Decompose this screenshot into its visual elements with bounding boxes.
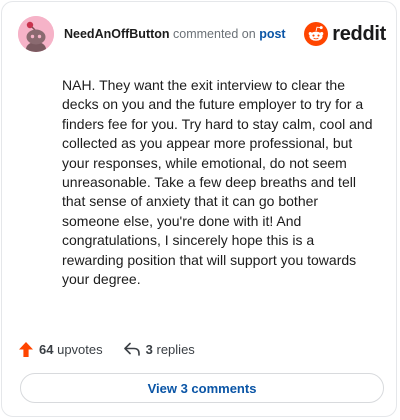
reddit-wordmark: reddit <box>332 22 386 45</box>
reddit-snoo-icon <box>304 22 329 46</box>
upvotes-label: upvotes <box>57 341 103 357</box>
snoo-avatar-icon <box>18 16 54 52</box>
reply-arrow-icon <box>123 342 140 356</box>
upvotes-count: 64 <box>39 341 54 357</box>
replies-label: replies <box>156 341 195 357</box>
comment-meta: NeedAnOffButton commented on post <box>64 27 286 41</box>
post-link[interactable]: post <box>259 27 285 41</box>
view-comments-button[interactable]: View 3 comments <box>20 373 384 403</box>
upvote-arrow-icon <box>19 341 33 357</box>
user-avatar[interactable] <box>18 16 54 52</box>
replies-stat[interactable]: 3 replies <box>123 341 195 357</box>
comment-card: NeedAnOffButton commented on post reddit… <box>1 1 397 417</box>
action-text: commented on <box>173 27 256 41</box>
comment-stats: 64 upvotes 3 replies <box>18 339 195 359</box>
username-link[interactable]: NeedAnOffButton <box>64 27 170 41</box>
comment-body: NAH. They want the exit interview to cle… <box>62 77 373 288</box>
reddit-logo[interactable]: reddit <box>304 21 386 47</box>
replies-text: 3 replies <box>146 342 195 357</box>
comment-header: NeedAnOffButton commented on post reddit <box>18 16 386 52</box>
upvotes-text: 64 upvotes <box>39 342 103 357</box>
replies-count: 3 <box>145 341 153 357</box>
upvotes-stat[interactable]: 64 upvotes <box>18 341 103 358</box>
